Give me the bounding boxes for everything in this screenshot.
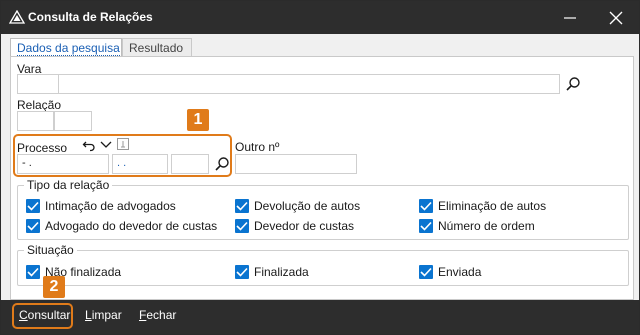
checkbox-eliminacao-autos[interactable]: Eliminação de autos <box>419 198 589 214</box>
checkbox-checked-icon <box>419 219 433 233</box>
relacao-input-1[interactable] <box>17 111 54 131</box>
checkbox-intimacao-advogados[interactable]: Intimação de advogados <box>26 198 216 214</box>
checkbox-devolucao-autos[interactable]: Devolução de autos <box>235 198 405 214</box>
checkbox-checked-icon <box>235 219 249 233</box>
tipo-relacao-group: Tipo da relação Intimação de advogados D… <box>17 178 629 240</box>
tipo-relacao-title: Tipo da relação <box>24 178 113 192</box>
search-panel: Vara Relação 1 Processo - . . . Outro nº… <box>10 56 634 300</box>
checkbox-checked-icon <box>235 265 249 279</box>
search-icon <box>215 157 229 171</box>
outro-numero-label: Outro nº <box>235 140 280 154</box>
checkbox-advogado-devedor-custas[interactable]: Advogado do devedor de custas <box>26 218 231 234</box>
checkbox-devedor-custas[interactable]: Devedor de custas <box>235 218 405 234</box>
title-bar: Consulta de Relações <box>1 1 639 34</box>
consulta-relacoes-window: Consulta de Relações Dados da pesquisa R… <box>0 0 640 335</box>
processo-input-3[interactable] <box>171 154 209 174</box>
checkbox-checked-icon <box>26 219 40 233</box>
limpar-button[interactable]: Limpar <box>85 308 122 326</box>
consultar-button[interactable]: Consultar <box>19 308 70 326</box>
app-triangle-icon <box>8 9 26 24</box>
tab-dados-pesquisa[interactable]: Dados da pesquisa <box>10 38 122 57</box>
checkbox-enviada[interactable]: Enviada <box>419 264 569 280</box>
checkbox-numero-ordem[interactable]: Número de ordem <box>419 218 589 234</box>
processo-input-2[interactable]: . . <box>112 154 168 174</box>
checkbox-checked-icon <box>26 199 40 213</box>
search-icon <box>566 77 580 91</box>
marker-2: 2 <box>43 276 65 298</box>
vara-search-button[interactable] <box>565 76 583 94</box>
window-title: Consulta de Relações <box>28 10 153 24</box>
relacao-label: Relação <box>17 98 62 112</box>
checkbox-checked-icon <box>419 265 433 279</box>
chevron-down-icon[interactable] <box>99 139 113 151</box>
checkbox-checked-icon <box>419 199 433 213</box>
fechar-button[interactable]: Fechar <box>139 308 176 326</box>
vara-code-input[interactable] <box>17 74 59 94</box>
processo-input-1[interactable]: - . <box>17 154 109 174</box>
checkbox-checked-icon <box>26 265 40 279</box>
processo-search-button[interactable] <box>214 156 232 174</box>
situacao-title: Situação <box>24 243 77 257</box>
undo-icon[interactable] <box>82 138 96 152</box>
checkbox-checked-icon <box>235 199 249 213</box>
vara-input[interactable] <box>58 74 560 94</box>
minimize-button[interactable] <box>547 1 593 34</box>
minimize-icon <box>564 17 576 19</box>
relacao-input-2[interactable] <box>54 111 92 131</box>
info-icon[interactable] <box>117 138 129 150</box>
outro-numero-input[interactable] <box>235 154 357 174</box>
checkbox-finalizada[interactable]: Finalizada <box>235 264 385 280</box>
marker-1: 1 <box>187 109 209 131</box>
close-button[interactable] <box>593 1 639 34</box>
tab-resultado[interactable]: Resultado <box>122 38 192 56</box>
close-icon <box>609 11 623 25</box>
situacao-group: Situação Não finalizada Finalizada Envia… <box>17 243 629 286</box>
processo-label: Processo <box>17 141 68 155</box>
bottom-toolbar: Consultar Limpar Fechar <box>1 300 639 334</box>
